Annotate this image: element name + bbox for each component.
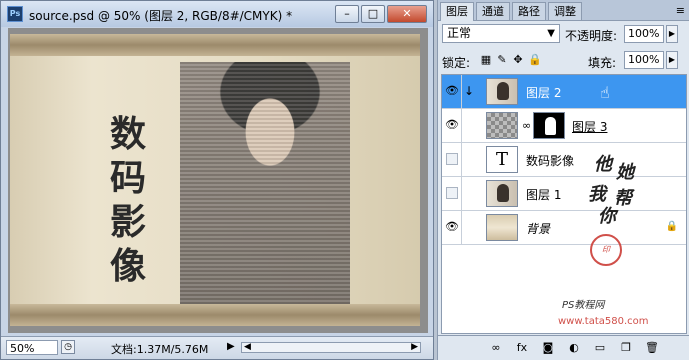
- close-button[interactable]: ✕: [387, 5, 427, 23]
- visibility-toggle[interactable]: 👁: [442, 211, 462, 244]
- layer-name: 图层 3: [572, 120, 608, 134]
- mask-icon[interactable]: ◙: [540, 340, 556, 356]
- layer-mask-thumbnail[interactable]: [533, 112, 565, 139]
- lock-image-icon[interactable]: ✎: [496, 54, 508, 66]
- document-size-info: 文档:1.37M/5.76M: [111, 343, 209, 356]
- calligraphy-text: 数 码 影 像: [110, 112, 170, 288]
- visibility-toggle[interactable]: 👁: [442, 109, 462, 142]
- opacity-label: 不透明度:: [565, 29, 618, 43]
- fill-stepper-icon[interactable]: ▶: [666, 51, 678, 69]
- lock-all-icon[interactable]: 🔒: [528, 54, 542, 66]
- fill-field[interactable]: 100%: [624, 51, 664, 69]
- status-info-icon[interactable]: ◷: [61, 340, 75, 354]
- fx-icon[interactable]: fx: [514, 340, 530, 356]
- zoom-field[interactable]: 50%: [6, 340, 58, 355]
- visibility-toggle[interactable]: [442, 143, 462, 176]
- eye-icon: 👁: [445, 84, 459, 97]
- seal-stamp: 印: [590, 234, 622, 266]
- mask-link-icon[interactable]: ∞: [522, 119, 531, 132]
- document-title: source.psd @ 50% (图层 2, RGB/8#/CMYK) *: [29, 9, 293, 23]
- layer-row-layer-3[interactable]: 👁 ∞ 图层 3: [442, 109, 686, 143]
- scroll-left-icon[interactable]: ◀: [244, 342, 251, 352]
- tab-adjustments[interactable]: 调整: [548, 2, 582, 20]
- scroll-right-icon[interactable]: ▶: [411, 342, 418, 352]
- layer-thumbnail: [486, 214, 518, 241]
- lock-transparency-icon[interactable]: ▦: [480, 54, 492, 66]
- photoshop-app-icon: Ps: [7, 6, 23, 22]
- canvas[interactable]: 数 码 影 像: [8, 28, 428, 333]
- status-menu-arrow-icon[interactable]: ▶: [227, 341, 235, 352]
- visibility-toggle[interactable]: [442, 177, 462, 210]
- window-controls: – □ ✕: [335, 5, 427, 23]
- minimize-button[interactable]: –: [335, 5, 359, 23]
- horizontal-scrollbar[interactable]: ◀ ▶: [241, 342, 421, 353]
- scroll-artwork: 数 码 影 像: [10, 34, 420, 326]
- layer-thumbnail: [486, 112, 518, 139]
- visibility-toggle[interactable]: 👁: [442, 75, 462, 108]
- blend-mode-select[interactable]: 正常 ▼: [442, 24, 560, 43]
- adjustment-icon[interactable]: ◐: [566, 340, 582, 356]
- watermark-site-text: PS教程网: [562, 300, 605, 311]
- maximize-button[interactable]: □: [361, 5, 385, 23]
- text-layer-icon: T: [486, 146, 518, 173]
- lock-fill-row: 锁定: ▦ ✎ ✥ 🔒 填充: 100% ▶: [438, 48, 689, 72]
- blend-mode-value: 正常: [447, 26, 472, 40]
- chevron-down-icon: ▼: [547, 28, 555, 39]
- group-icon[interactable]: ▭: [592, 340, 608, 356]
- hidden-visibility-box: [446, 153, 458, 165]
- tab-channels[interactable]: 通道: [476, 2, 510, 20]
- clipping-arrow-icon: ↓: [464, 84, 475, 98]
- scroll-rod-top: [10, 34, 420, 56]
- calligraphy-char: 影: [110, 201, 147, 243]
- document-window: Ps source.psd @ 50% (图层 2, RGB/8#/CMYK) …: [0, 0, 434, 360]
- eye-icon: 👁: [445, 220, 459, 233]
- scroll-rod-bottom: [10, 304, 420, 326]
- layer-name: 图层 2: [526, 86, 562, 100]
- layer-row-layer-2[interactable]: 👁 ↓ 图层 2 ☝: [442, 75, 686, 109]
- layer-name: 数码影像: [526, 154, 575, 168]
- tab-paths[interactable]: 路径: [512, 2, 546, 20]
- calligraphy-char: 像: [110, 245, 147, 287]
- eye-icon: 👁: [445, 118, 459, 131]
- watermark-char: 你: [598, 206, 616, 227]
- lock-position-icon[interactable]: ✥: [512, 54, 524, 66]
- watermark-char: 她: [616, 162, 634, 183]
- blend-opacity-row: 正常 ▼ 不透明度: 100% ▶: [438, 22, 689, 46]
- calligraphy-char: 码: [110, 157, 147, 199]
- tab-layers[interactable]: 图层: [440, 2, 474, 21]
- document-title-bar[interactable]: Ps source.psd @ 50% (图层 2, RGB/8#/CMYK) …: [1, 1, 433, 27]
- calligraphy-char: 数: [110, 113, 147, 155]
- layers-panel: 图层 通道 路径 调整 ≡ 正常 ▼ 不透明度: 100% ▶ 锁定: ▦ ✎ …: [437, 0, 689, 360]
- layer-thumbnail: [486, 180, 518, 207]
- opacity-field[interactable]: 100%: [624, 25, 664, 43]
- status-bar: 50% ◷ 文档:1.37M/5.76M ▶ ◀ ▶: [1, 336, 433, 359]
- watermark-url: www.tata580.com: [558, 316, 649, 327]
- hidden-visibility-box: [446, 187, 458, 199]
- watermark-char: 他: [594, 154, 612, 175]
- hand-cursor-icon: ☝: [600, 83, 610, 102]
- fill-label: 填充:: [588, 56, 617, 70]
- link-icon[interactable]: ∞: [488, 340, 504, 356]
- new-layer-icon[interactable]: ❐: [618, 340, 634, 356]
- lock-label: 锁定:: [442, 56, 471, 70]
- watermark: 他 她 我 帮 你 印: [586, 150, 682, 266]
- panel-tabs: 图层 通道 路径 调整 ≡: [438, 0, 689, 21]
- layers-panel-footer: ∞ fx ◙ ◐ ▭ ❐ 🗑: [438, 335, 689, 360]
- portrait-image: [180, 62, 350, 322]
- delete-icon[interactable]: 🗑: [644, 340, 660, 356]
- layer-thumbnail: [486, 78, 518, 105]
- layer-name: 图层 1: [526, 188, 562, 202]
- watermark-char: 帮: [614, 188, 632, 209]
- layer-name: 背景: [526, 222, 551, 236]
- panel-menu-icon[interactable]: ≡: [676, 4, 685, 17]
- opacity-stepper-icon[interactable]: ▶: [666, 25, 678, 43]
